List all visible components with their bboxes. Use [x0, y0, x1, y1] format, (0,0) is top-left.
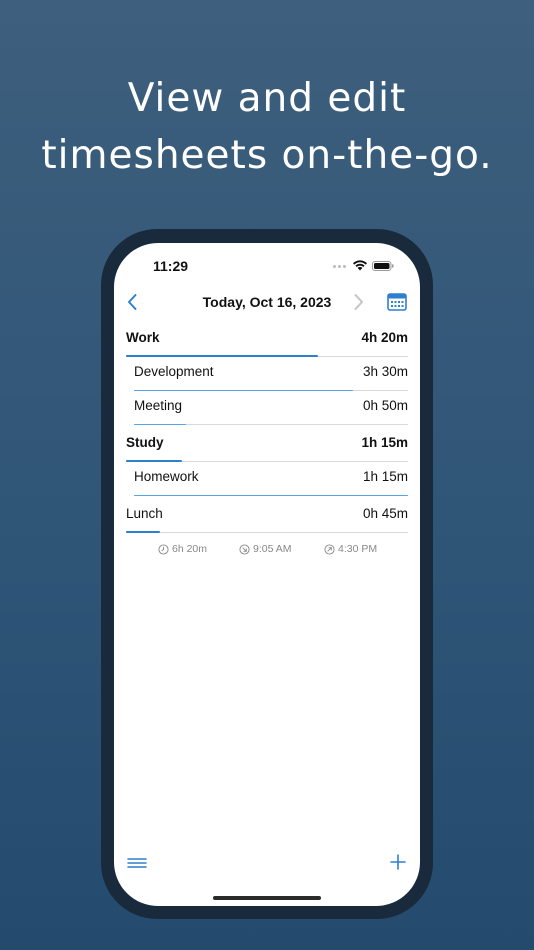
progress-track — [126, 532, 408, 533]
headline: View and edit timesheets on-the-go. — [0, 70, 534, 184]
entry-duration: 4h 20m — [361, 330, 408, 345]
entry-duration: 1h 15m — [362, 469, 408, 484]
entry-row-meeting[interactable]: Meeting 0h 50m — [134, 391, 408, 425]
summary-total: 6h 20m — [158, 543, 207, 555]
progress-fill — [134, 494, 408, 496]
entry-duration: 0h 50m — [362, 398, 408, 413]
date-title: Today, Oct 16, 2023 — [202, 294, 332, 310]
summary-end: 4:30 PM — [324, 543, 377, 555]
day-summary: 6h 20m 9:05 AM 4:30 PM — [114, 543, 420, 559]
calendar-icon[interactable] — [386, 291, 408, 313]
entry-row-development[interactable]: Development 3h 30m — [134, 357, 408, 391]
entry-label: Work — [126, 330, 160, 345]
entry-duration: 0h 45m — [362, 506, 408, 521]
entry-row-study[interactable]: Study 1h 15m — [126, 428, 408, 462]
clock-icon — [158, 543, 169, 555]
progress-fill — [134, 423, 187, 425]
summary-total-value: 6h 20m — [172, 543, 208, 555]
headline-line-2: timesheets on-the-go. — [41, 133, 493, 178]
entry-label: Lunch — [126, 506, 163, 521]
status-bar: 11:29 — [114, 243, 420, 287]
entry-label: Development — [134, 364, 214, 379]
chevron-left-icon[interactable] — [123, 292, 143, 312]
entry-row-lunch[interactable]: Lunch 0h 45m — [126, 499, 408, 533]
progress-fill — [126, 531, 160, 533]
summary-start-value: 9:05 AM — [253, 543, 292, 555]
entry-label: Homework — [134, 469, 199, 484]
entry-row-work[interactable]: Work 4h 20m — [126, 323, 408, 357]
plus-icon[interactable] — [389, 853, 407, 871]
entry-duration: 1h 15m — [361, 435, 408, 450]
summary-start: 9:05 AM — [239, 543, 292, 555]
entry-label: Meeting — [134, 398, 183, 413]
clock-out-icon — [324, 543, 335, 555]
entry-duration: 3h 30m — [362, 364, 408, 379]
date-navigation: Today, Oct 16, 2023 — [114, 287, 420, 317]
clock-in-icon — [239, 543, 250, 555]
summary-end-value: 4:30 PM — [338, 543, 378, 555]
entry-label: Study — [126, 435, 164, 450]
chevron-right-icon[interactable] — [348, 292, 368, 312]
status-time: 11:29 — [153, 258, 189, 274]
wifi-icon — [353, 260, 367, 271]
battery-icon — [372, 261, 394, 271]
phone-screen: 11:29 Today, Oct 16, 2023 Work 4h 20m De… — [114, 243, 420, 906]
menu-icon[interactable] — [127, 855, 147, 871]
signal-dots-icon — [333, 265, 349, 269]
entry-row-homework[interactable]: Homework 1h 15m — [134, 462, 408, 496]
headline-line-1: View and edit — [127, 76, 407, 121]
home-indicator[interactable] — [213, 896, 321, 900]
